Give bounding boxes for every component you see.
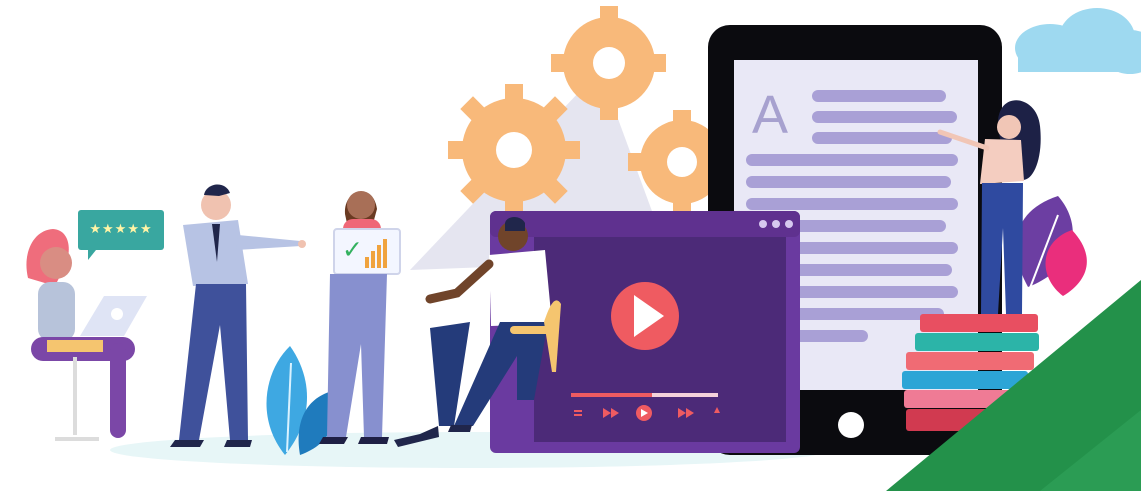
leaf-icon: [1015, 196, 1087, 296]
cloud-icon: [1015, 8, 1141, 74]
gear-icon: [551, 6, 666, 120]
check-icon: ✓: [342, 235, 363, 264]
learning-illustration: ★★★★★ A ✓: [0, 0, 1141, 491]
person-with-chart: [319, 191, 401, 444]
gear-icon: [448, 84, 580, 216]
document-initial: A: [752, 85, 789, 145]
illustration-svg: [26, 6, 1141, 491]
person-with-laptop: [26, 229, 147, 441]
star-icon: ★★★★★: [78, 210, 164, 260]
